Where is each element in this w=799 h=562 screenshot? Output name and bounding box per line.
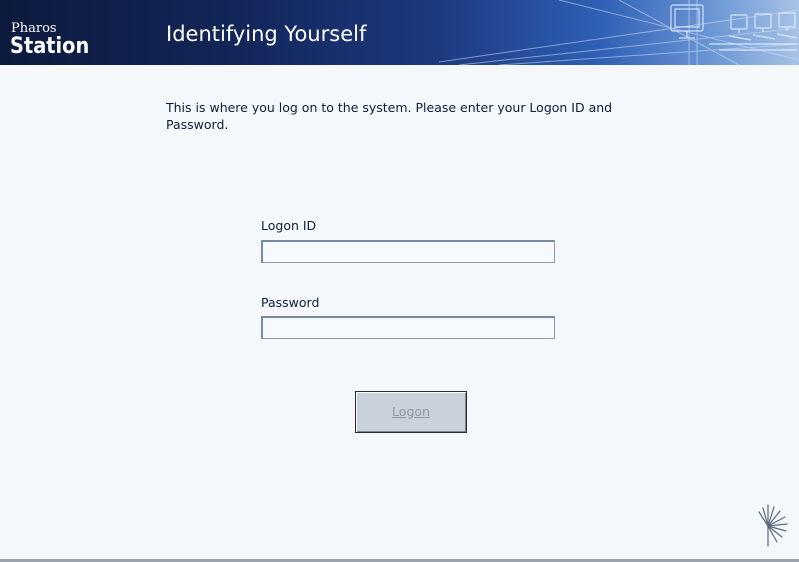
logon-id-input[interactable] — [261, 240, 555, 263]
password-label: Password — [261, 295, 320, 310]
computer-network-graphic-icon — [439, 0, 799, 65]
brand-big-text: Station — [10, 34, 90, 59]
logon-id-label: Logon ID — [261, 218, 317, 233]
instructions-text: This is where you log on to the system. … — [166, 100, 613, 132]
logon-window: Pharos Station Identifying Yourself This… — [0, 0, 799, 562]
pharos-station-logo: Pharos Station — [10, 22, 100, 58]
header-banner: Pharos Station Identifying Yourself — [0, 0, 799, 65]
password-input[interactable] — [261, 316, 555, 339]
logon-button[interactable]: Logon — [355, 391, 467, 433]
pharos-starburst-icon — [758, 504, 788, 547]
page-title: Identifying Yourself — [166, 22, 367, 46]
